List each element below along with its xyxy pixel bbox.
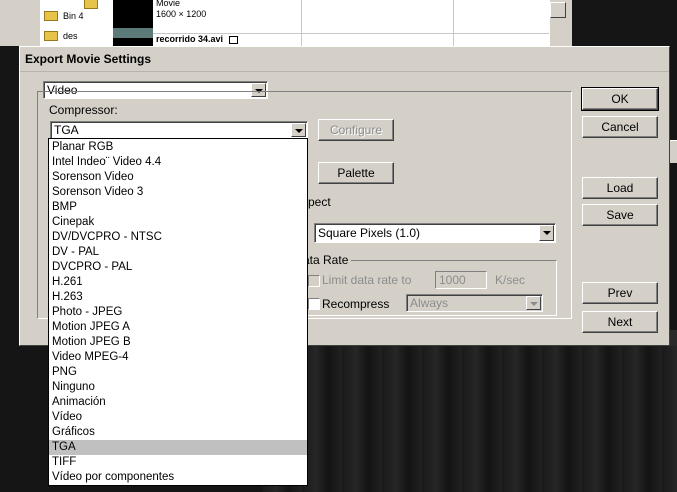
bin-item[interactable] (84, 0, 103, 12)
palette-button[interactable]: Palette (318, 162, 394, 184)
folder-icon (84, 0, 98, 9)
prev-button[interactable]: Prev (582, 282, 658, 304)
folder-icon (44, 11, 58, 21)
compressor-option[interactable]: Planar RGB (49, 140, 307, 155)
compressor-option[interactable]: Intel Indeo¨ Video 4.4 (49, 155, 307, 170)
compressor-select[interactable]: TGA (50, 121, 308, 139)
chevron-down-icon[interactable] (291, 123, 306, 137)
clip-dimensions: 1600 × 1200 (156, 9, 207, 19)
project-window: Bin 4 des Movie 1600 × 1200 recorrido 34… (0, 0, 572, 46)
folder-icon (44, 31, 58, 41)
recompress-checkbox[interactable] (308, 298, 320, 310)
compressor-option[interactable]: Sorenson Video 3 (49, 185, 307, 200)
recompress-label: Recompress (322, 297, 390, 311)
recompress-select[interactable]: Always (406, 294, 543, 312)
compressor-option[interactable]: Sorenson Video (49, 170, 307, 185)
next-button[interactable]: Next (582, 311, 658, 333)
compressor-option[interactable]: Gráficos (49, 425, 307, 440)
compressor-option[interactable]: TIFF (49, 455, 307, 470)
video-preview (262, 346, 677, 492)
chevron-down-icon[interactable] (539, 225, 554, 241)
compressor-option[interactable]: TGA (49, 440, 307, 455)
compressor-option[interactable]: Photo - JPEG (49, 305, 307, 320)
chevron-down-icon[interactable] (526, 296, 541, 310)
compressor-option[interactable]: DV - PAL (49, 245, 307, 260)
compressor-option[interactable]: Animación (49, 395, 307, 410)
bin-list: Bin 4 des (40, 0, 113, 46)
configure-button[interactable]: Configure (318, 119, 394, 141)
data-rate-input[interactable]: 1000 (435, 271, 487, 289)
compressor-dropdown-list[interactable]: Planar RGB Intel Indeo¨ Video 4.4 Sorenson… (48, 138, 308, 486)
window-edge (670, 140, 677, 163)
clip-name[interactable]: recorrido 34.avi (156, 34, 238, 44)
dialog-title: Export Movie Settings (20, 47, 669, 72)
bin-item[interactable]: Bin 4 (44, 8, 84, 24)
film-icon (228, 35, 238, 44)
compressor-option[interactable]: DVCPRO - PAL (49, 260, 307, 275)
save-button[interactable]: Save (582, 204, 658, 226)
compressor-label: Compressor: (49, 103, 118, 117)
scrollbar[interactable] (549, 0, 568, 46)
compressor-option[interactable]: Motion JPEG A (49, 320, 307, 335)
compressor-option[interactable]: H.263 (49, 290, 307, 305)
compressor-option[interactable]: Ninguno (49, 380, 307, 395)
compressor-option[interactable]: Cinepak (49, 215, 307, 230)
data-rate-label: ata Rate (303, 253, 352, 267)
clip-thumbnail[interactable] (113, 0, 153, 46)
compressor-option[interactable]: Vídeo por componentes (49, 470, 307, 485)
ok-button[interactable]: OK (581, 87, 659, 111)
bin-item[interactable]: des (44, 28, 78, 44)
scroll-arrow-icon[interactable] (550, 2, 566, 18)
compressor-option[interactable]: Video MPEG-4 (49, 350, 307, 365)
data-rate-unit: K/sec (495, 273, 526, 287)
compressor-option[interactable]: PNG (49, 365, 307, 380)
compressor-option[interactable]: Vídeo (49, 410, 307, 425)
cancel-button[interactable]: Cancel (582, 116, 658, 138)
load-button[interactable]: Load (582, 177, 658, 199)
compressor-option[interactable]: Motion JPEG B (49, 335, 307, 350)
compressor-option[interactable]: DV/DVCPRO - NTSC (49, 230, 307, 245)
compressor-option[interactable]: BMP (49, 200, 307, 215)
limit-data-rate-checkbox[interactable] (308, 275, 320, 287)
pixel-aspect-label: pect (308, 195, 331, 209)
limit-data-rate-label: Limit data rate to (322, 273, 412, 287)
clip-type: Movie (156, 0, 181, 8)
compressor-option[interactable]: H.261 (49, 275, 307, 290)
pixel-aspect-select[interactable]: Square Pixels (1.0) (314, 223, 556, 243)
